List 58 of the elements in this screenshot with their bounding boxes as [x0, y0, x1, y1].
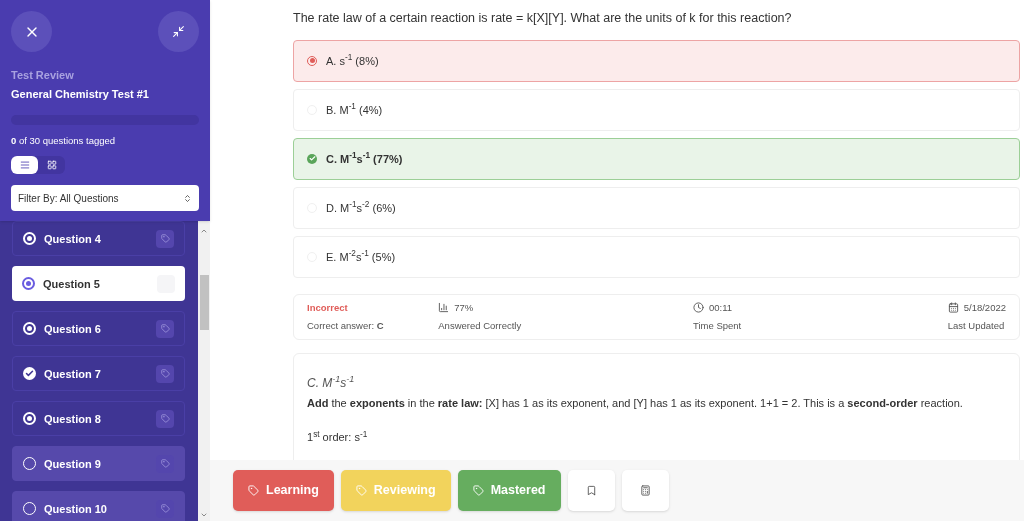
question-item[interactable]: Question 6: [12, 311, 185, 347]
question-item[interactable]: Question 5: [12, 266, 185, 302]
select-arrows-icon: [183, 193, 192, 203]
radio-icon: [22, 277, 35, 291]
tag-shape-icon: [160, 504, 170, 514]
answer-option[interactable]: A. s$^{-1}$ (8%): [293, 39, 1020, 82]
answer-option[interactable]: D. M$^{-1}$s$^{-2}$ (6%): [293, 186, 1020, 229]
tag-shape-icon: [160, 324, 170, 334]
scrollbar[interactable]: [198, 221, 210, 521]
scroll-thumb[interactable]: [199, 275, 209, 331]
radio-icon: [23, 322, 36, 336]
explanation-answer: C. M$^{-1}$s$^{-1}$: [307, 373, 356, 392]
calendar-icon: [947, 302, 959, 314]
question-item[interactable]: Question 8: [12, 401, 185, 437]
tag-shape-icon: [160, 414, 170, 424]
test-title: General Chemistry Test #1: [11, 86, 150, 102]
question-item[interactable]: Question 9: [12, 446, 185, 482]
stat-value: 5/18/2022: [963, 300, 1006, 315]
page-label: Test Review: [11, 68, 75, 83]
bookmark-button[interactable]: [567, 470, 615, 511]
correct-answer: Correct answer: C: [307, 318, 384, 333]
answer-option[interactable]: B. M$^{-1}$ (4%): [293, 88, 1020, 131]
answer-option[interactable]: E. M$^{-2}$s$^{-1}$ (5%): [293, 235, 1020, 278]
minimize-button[interactable]: [158, 11, 199, 52]
question-item[interactable]: Question 7: [12, 356, 185, 392]
clock-icon: [693, 302, 704, 314]
tagged-count: 0 of 30 questions tagged: [11, 134, 117, 148]
question-item[interactable]: Question 4: [12, 221, 185, 257]
stat-label: Last Updated: [947, 318, 1005, 333]
stat-label: Answered Correctly: [438, 318, 523, 333]
question-text: The rate law of a certain reaction is rate = k[X][Y]. What are the units of k for this reaction?: [293, 10, 793, 27]
scroll-down-icon[interactable]: [200, 511, 208, 519]
bookmark-icon: [585, 485, 597, 496]
chart-icon: [438, 302, 450, 314]
tag-shape-icon: [160, 459, 170, 469]
calculator-icon: [639, 485, 651, 496]
stat-value: 00:11: [709, 300, 733, 315]
collapse-arrows-icon: [172, 25, 185, 38]
filter-select[interactable]: Filter By: All Questions: [11, 185, 199, 212]
tag-button[interactable]: Learning: [233, 470, 334, 511]
stat-label: Time Spent: [693, 318, 743, 333]
radio-icon: [23, 412, 36, 426]
explanation-text: Add the exponents in the rate law: [X] has 1 as its exponent, and [Y] has 1 as its exponent. 1+1 = 2. This is a second-order reaction.: [307, 395, 964, 411]
list-icon: [19, 160, 30, 171]
tag-shape-icon: [160, 234, 170, 244]
result-text: Incorrect: [307, 300, 349, 315]
answer-option[interactable]: C. M$^{-1}$s$^{-1}$ (77%): [293, 137, 1020, 180]
stat-value: 77%: [454, 300, 474, 315]
calculator-button[interactable]: [621, 470, 669, 511]
check-icon: [23, 367, 36, 381]
list-view-button[interactable]: [11, 156, 38, 175]
question-item[interactable]: Question 10: [12, 491, 185, 521]
grid-icon: [46, 160, 57, 171]
close-button[interactable]: [11, 11, 52, 52]
explanation-line: 1$^{st}$ order: s$^{-1}$: [307, 429, 369, 446]
check-icon: [307, 153, 317, 164]
tag-shape-icon: [160, 369, 170, 379]
radio-icon: [23, 232, 36, 246]
